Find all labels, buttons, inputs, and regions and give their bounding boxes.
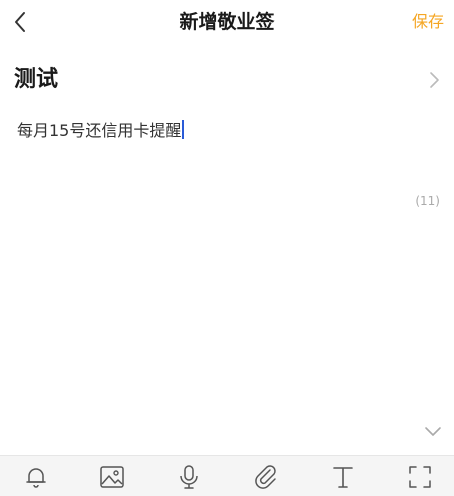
fullscreen-icon (409, 466, 431, 488)
chevron-left-icon (15, 12, 25, 32)
bell-icon (26, 468, 46, 488)
insert-image-button[interactable] (97, 462, 127, 492)
microphone-icon (180, 465, 198, 489)
collapse-chevron-down-icon[interactable] (422, 420, 444, 442)
editor-toolbar (0, 455, 454, 496)
text-format-icon (333, 467, 353, 488)
note-text: 每月15号还信用卡提醒 (17, 121, 182, 140)
save-button[interactable]: 保存 (412, 0, 444, 44)
paperclip-icon (255, 465, 276, 489)
back-button[interactable] (0, 0, 40, 44)
image-icon (100, 466, 124, 488)
note-editor[interactable]: 每月15号还信用卡提醒 (17, 117, 437, 145)
reminder-button[interactable] (21, 462, 51, 492)
page-title: 新增敬业签 (179, 11, 275, 33)
category-label: 测试 (14, 67, 59, 92)
chevron-right-icon (430, 72, 439, 88)
character-count: (11) (415, 194, 440, 208)
category-selector[interactable]: 测试 (0, 56, 454, 104)
attachment-button[interactable] (251, 462, 281, 492)
fullscreen-button[interactable] (405, 462, 435, 492)
voice-input-button[interactable] (174, 462, 204, 492)
text-cursor (182, 120, 185, 139)
navigation-bar: 新增敬业签 保存 (0, 0, 454, 44)
text-format-button[interactable] (328, 462, 358, 492)
